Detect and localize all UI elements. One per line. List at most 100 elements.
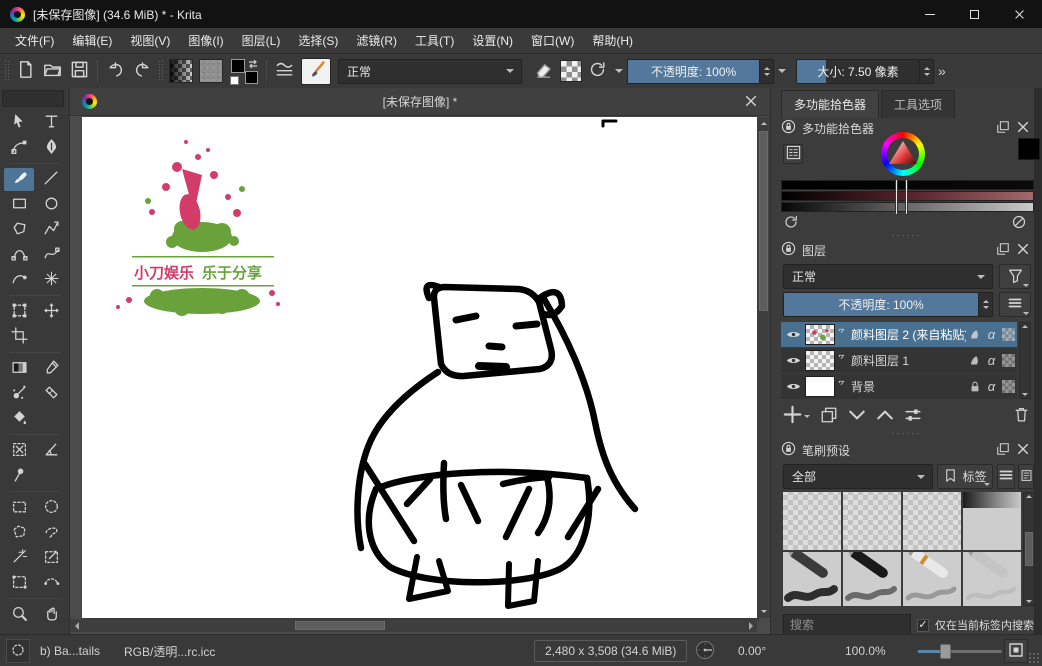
window-resize-grip[interactable] — [1028, 652, 1040, 664]
reload-preset-button[interactable] — [584, 58, 611, 85]
scroll-up-button[interactable] — [757, 117, 770, 130]
brush-search-input[interactable] — [783, 614, 911, 636]
bar-handle[interactable] — [895, 179, 898, 215]
menu-view[interactable]: 视图(V) — [121, 28, 179, 53]
rotation-value[interactable]: 0.00° — [738, 635, 766, 666]
inherit-alpha-icon[interactable] — [966, 328, 983, 342]
scrollbar-thumb[interactable] — [1025, 532, 1033, 566]
tool-select-similar[interactable] — [36, 546, 66, 569]
tool-transform[interactable] — [4, 300, 34, 323]
tool-polygon[interactable] — [4, 218, 34, 241]
tool-edit-shapes[interactable] — [4, 136, 34, 159]
current-color-swatch[interactable] — [1018, 138, 1040, 160]
move-layer-up-button[interactable] — [876, 406, 894, 427]
float-docker-icon[interactable] — [996, 242, 1010, 259]
layer-visibility-icon[interactable] — [781, 327, 805, 342]
current-brush-name[interactable]: b) Ba...tails — [40, 635, 100, 666]
delete-layer-button[interactable] — [1013, 406, 1030, 426]
tool-select-freehand[interactable] — [36, 521, 66, 544]
scrollbar-thumb[interactable] — [759, 131, 768, 311]
tool-colorize-mask[interactable] — [4, 382, 34, 405]
brush-menu-button[interactable] — [997, 464, 1015, 489]
tool-pan[interactable] — [36, 603, 66, 626]
layer-properties-button[interactable] — [999, 292, 1031, 317]
scroll-up-button[interactable] — [1026, 495, 1032, 498]
lock-docker-icon[interactable] — [781, 119, 796, 137]
move-layer-down-button[interactable] — [848, 406, 866, 427]
layer-name[interactable]: 颜料图层 2 (来自粘贴) — [849, 326, 966, 343]
layer-name[interactable]: 颜料图层 1 — [849, 352, 966, 369]
tool-measure[interactable] — [36, 439, 66, 462]
add-layer-dropdown[interactable] — [804, 415, 810, 418]
tool-polyline[interactable] — [36, 218, 66, 241]
duplicate-layer-button[interactable] — [820, 406, 838, 427]
layer-filter-button[interactable] — [999, 264, 1031, 289]
bar-handle[interactable] — [905, 179, 908, 215]
layer-list-scrollbar[interactable] — [1019, 322, 1031, 399]
tool-smart-patch[interactable] — [36, 382, 66, 405]
clear-colors-button[interactable] — [1011, 214, 1027, 233]
brush-preset-eraser-soft[interactable] — [903, 492, 961, 550]
menu-help[interactable]: 帮助(H) — [583, 28, 642, 53]
brush-preset-pen-silver[interactable] — [963, 552, 1021, 606]
menu-window[interactable]: 窗口(W) — [522, 28, 583, 53]
alpha-lock-icon[interactable]: α — [983, 379, 1000, 394]
menu-file[interactable]: 文件(F) — [6, 28, 63, 53]
tool-select-path[interactable] — [4, 571, 34, 594]
search-in-tag-checkbox[interactable]: ✓ — [917, 619, 929, 632]
scrollbar-thumb[interactable] — [295, 621, 385, 630]
brush-preset-pen-dark-a[interactable] — [783, 552, 841, 606]
eraser-mode-button[interactable] — [530, 58, 557, 85]
opacity-spinner[interactable] — [760, 59, 774, 84]
scroll-up-button[interactable] — [1022, 325, 1028, 328]
tool-bezier-curve[interactable] — [4, 243, 34, 266]
close-docker-icon[interactable] — [1016, 242, 1030, 259]
toolbar-overflow-button[interactable]: » — [938, 63, 946, 79]
docker-splitter[interactable]: ······ — [771, 430, 1042, 436]
layer-visibility-icon[interactable] — [781, 353, 805, 368]
docker-splitter[interactable]: ······ — [771, 232, 1042, 238]
tool-crop[interactable] — [4, 325, 34, 348]
alpha-lock-icon[interactable]: α — [983, 353, 1000, 368]
brush-preset-shade-gradient[interactable] — [963, 492, 1021, 550]
add-layer-button[interactable] — [783, 405, 802, 427]
brush-grid-scrollbar[interactable] — [1023, 492, 1035, 606]
layer-thumbnail[interactable] — [805, 350, 835, 371]
menu-edit[interactable]: 编辑(E) — [63, 28, 121, 53]
scroll-right-button[interactable] — [744, 619, 757, 632]
brush-size-spinner[interactable] — [920, 59, 934, 84]
workspace-chooser-button[interactable] — [271, 58, 298, 85]
chevron-down-icon[interactable] — [778, 69, 786, 73]
toolbar-grip[interactable] — [4, 60, 10, 82]
tool-calligraphy[interactable] — [36, 136, 66, 159]
tool-rectangle[interactable] — [4, 193, 34, 216]
canvas-vertical-scrollbar[interactable] — [757, 117, 770, 618]
layer-properties-icon-button[interactable] — [904, 406, 922, 427]
toolbar-grip[interactable] — [158, 60, 164, 82]
undo-button[interactable] — [102, 58, 129, 85]
layer-alpha-channel-icon[interactable] — [1000, 354, 1017, 367]
tool-fill[interactable] — [4, 407, 34, 430]
opacity-slider[interactable]: 不透明度: 100% — [627, 59, 760, 84]
tool-dynamic-brush[interactable] — [4, 268, 34, 291]
menu-filter[interactable]: 滤镜(R) — [347, 28, 406, 53]
tool-zoom[interactable] — [4, 603, 34, 626]
scroll-left-button[interactable] — [70, 619, 83, 632]
close-docker-icon[interactable] — [1016, 120, 1030, 137]
tool-gradient[interactable] — [4, 357, 34, 380]
tool-freehand-brush[interactable] — [4, 168, 34, 191]
menu-select[interactable]: 选择(S) — [289, 28, 347, 53]
redo-button[interactable] — [129, 58, 156, 85]
layer-row[interactable]: 颜料图层 1 α — [781, 348, 1017, 373]
fit-canvas-button[interactable] — [1004, 639, 1028, 663]
layer-row[interactable]: 背景 α — [781, 374, 1017, 399]
brush-preset-eraser-half[interactable] — [783, 492, 841, 550]
layers-header[interactable]: 图层 — [781, 240, 1030, 260]
zoom-value[interactable]: 100.0% — [845, 635, 886, 666]
brush-filter-combo[interactable]: 全部 — [783, 464, 933, 489]
brush-size-slider[interactable]: 大小: 7.50 像素 — [796, 59, 920, 84]
layer-name[interactable]: 背景 — [849, 378, 966, 395]
brush-preset-pen-dark-b[interactable] — [843, 552, 901, 606]
new-document-button[interactable] — [12, 58, 39, 85]
layer-visibility-icon[interactable] — [781, 379, 805, 394]
